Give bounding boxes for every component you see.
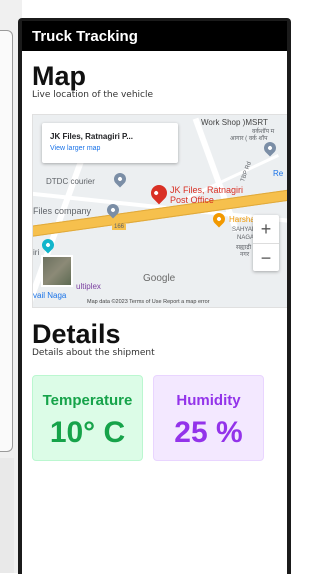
zoom-out-button[interactable]: −	[253, 244, 279, 272]
map-place-files-company: Files company	[33, 206, 92, 216]
google-logo: Google	[143, 273, 176, 284]
map-place-re: Re	[273, 169, 284, 178]
details-subtitle: Details about the shipment	[32, 348, 155, 358]
satellite-layer-toggle[interactable]	[41, 255, 73, 287]
details-cards: Temperature 10° C Humidity 25 %	[32, 375, 277, 461]
map-pin-label-line1: JK Files, Ratnagiri	[170, 185, 244, 195]
background-panel	[0, 458, 14, 573]
app-screen: Truck Tracking Map Live location of the …	[22, 21, 287, 574]
location-pin-icon[interactable]	[147, 181, 171, 205]
map-info-title: JK Files, Ratnagiri P...	[50, 132, 133, 141]
map-place-ultiplex: ultiplex	[76, 282, 101, 291]
map-place-workshop: Work Shop )MSRT	[201, 118, 268, 127]
app-title: Truck Tracking	[32, 27, 138, 45]
map-subtitle: Live location of the vehicle	[32, 90, 154, 100]
embedded-map[interactable]: JK Files, Ratnagiri P... View larger map…	[32, 114, 287, 308]
map-attribution[interactable]: Map data ©2023 Terms of Use Report a map…	[87, 299, 210, 305]
details-title: Details	[32, 319, 121, 349]
map-place-workshop-local2: आगार ( वर्क शॉप	[230, 136, 268, 142]
map-place-vail-naga: vail Naga	[33, 291, 67, 300]
map-section: Map Live location of the vehicle JK File…	[22, 51, 287, 308]
humidity-card: Humidity 25 %	[153, 375, 264, 461]
map-zoom-control: + −	[253, 215, 279, 271]
map-place-nagar-local: नगर	[240, 252, 250, 258]
humidity-value: 25 %	[174, 416, 243, 449]
dtdc-marker-icon[interactable]	[111, 170, 129, 188]
device-frame: Truck Tracking Map Live location of the …	[18, 18, 291, 574]
road-166-label: 166	[112, 224, 127, 230]
details-section: Details Details about the shipment Tempe…	[22, 308, 287, 461]
map-info-card: JK Files, Ratnagiri P... View larger map	[42, 123, 178, 163]
view-larger-map-link[interactable]: View larger map	[50, 145, 100, 152]
road-tbp-label: TBP Rd	[240, 161, 253, 183]
temperature-card: Temperature 10° C	[32, 375, 143, 461]
app-titlebar: Truck Tracking	[22, 21, 287, 51]
background-window-fragment	[0, 30, 13, 452]
temperature-label: Temperature	[42, 392, 133, 409]
zoom-in-button[interactable]: +	[253, 215, 279, 243]
map-place-dtdc: DTDC courier	[46, 177, 95, 186]
map-pin-label-line2: Post Office	[170, 195, 214, 205]
map-title: Map	[32, 61, 86, 91]
map-place-iri: iri	[33, 248, 40, 257]
temperature-value: 10° C	[49, 416, 126, 449]
humidity-label: Humidity	[176, 392, 241, 409]
